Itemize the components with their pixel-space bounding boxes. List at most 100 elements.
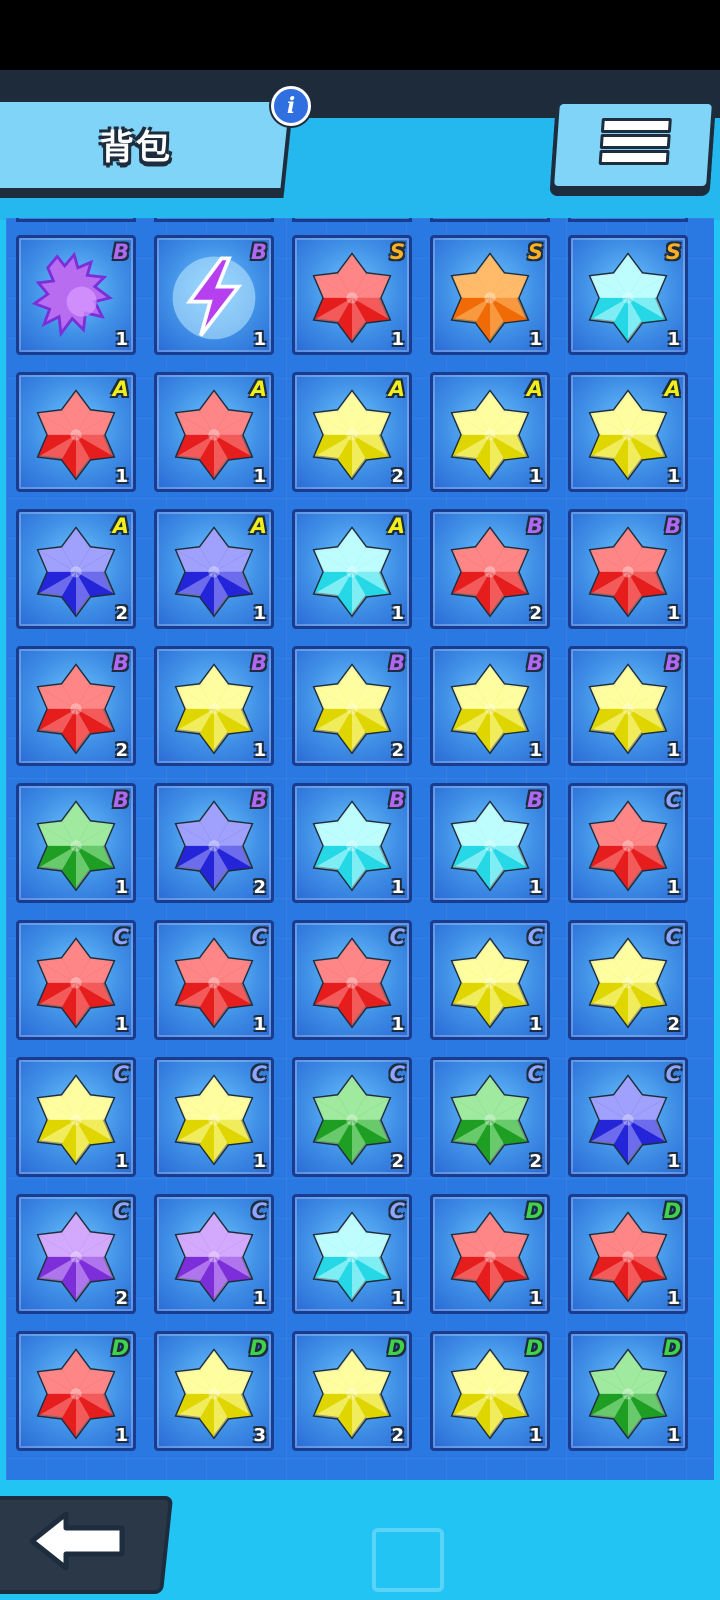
item-count: 1	[667, 329, 680, 350]
gem-icon	[588, 1074, 668, 1166]
gem-icon	[174, 1211, 254, 1303]
grade-badge: C	[389, 925, 405, 949]
inventory-slot[interactable]: C1	[16, 1057, 136, 1177]
inventory-slot[interactable]: B1	[568, 646, 688, 766]
inventory-slot-partial[interactable]	[292, 218, 412, 222]
inventory-slot[interactable]: C1	[568, 783, 688, 903]
item-count: 1	[667, 877, 680, 898]
gem-icon	[450, 526, 530, 618]
inventory-slot[interactable]: C1	[568, 1057, 688, 1177]
item-count: 2	[391, 740, 404, 761]
inventory-slot[interactable]: A1	[154, 509, 274, 629]
inventory-slot[interactable]: D1	[16, 1331, 136, 1451]
inventory-slot[interactable]: A1	[154, 372, 274, 492]
item-count: 1	[529, 1425, 542, 1446]
inventory-slot-partial[interactable]	[16, 218, 136, 222]
gem-icon	[588, 937, 668, 1029]
gem-icon	[588, 663, 668, 755]
inventory-slot[interactable]: C1	[154, 1194, 274, 1314]
inventory-slot[interactable]: B1	[568, 509, 688, 629]
inventory-slot[interactable]: D1	[568, 1194, 688, 1314]
inventory-slot[interactable]: B2	[154, 783, 274, 903]
inventory-slot-partial[interactable]	[154, 218, 274, 222]
inventory-slot[interactable]: B1	[430, 783, 550, 903]
grade-badge: D	[387, 1336, 405, 1360]
gem-icon	[450, 1074, 530, 1166]
grade-badge: B	[250, 651, 267, 675]
inventory-slot[interactable]: S1	[568, 235, 688, 355]
gem-icon	[312, 663, 392, 755]
item-count: 2	[115, 740, 128, 761]
inventory-slot[interactable]: B1	[292, 783, 412, 903]
inventory-slot[interactable]: C1	[292, 1194, 412, 1314]
item-count: 1	[529, 466, 542, 487]
inventory-slot[interactable]: B1	[154, 646, 274, 766]
inventory-slot[interactable]: C1	[154, 920, 274, 1040]
info-button[interactable]: i	[271, 86, 311, 126]
inventory-slot[interactable]: D1	[430, 1194, 550, 1314]
inventory-slot[interactable]: D3	[154, 1331, 274, 1451]
inventory-slot[interactable]: A1	[16, 372, 136, 492]
inventory-slot[interactable]: C1	[430, 920, 550, 1040]
gem-icon	[36, 389, 116, 481]
grade-badge: D	[525, 1199, 543, 1223]
inventory-slot[interactable]: C1	[16, 920, 136, 1040]
inventory-slot[interactable]: D1	[568, 1331, 688, 1451]
gem-icon	[588, 1348, 668, 1440]
item-count: 1	[529, 329, 542, 350]
grade-badge: B	[664, 514, 681, 538]
grade-badge: B	[388, 788, 405, 812]
grade-badge: S	[527, 240, 543, 264]
grade-badge: C	[665, 788, 681, 812]
inventory-grid[interactable]: B1B1S1S1S1A1A1A2A1A1A2A1A1B2B1B2B1B2B1B1…	[6, 218, 714, 1480]
inventory-slot[interactable]: A2	[292, 372, 412, 492]
item-count: 2	[529, 1151, 542, 1172]
inventory-slot[interactable]: B1	[154, 235, 274, 355]
gem-icon	[312, 1211, 392, 1303]
inventory-slot[interactable]: C2	[430, 1057, 550, 1177]
inventory-slot[interactable]: C2	[16, 1194, 136, 1314]
inventory-slot[interactable]: B1	[16, 783, 136, 903]
grade-badge: B	[526, 514, 543, 538]
inventory-slot[interactable]: S1	[292, 235, 412, 355]
item-count: 1	[253, 329, 266, 350]
menu-button[interactable]	[549, 100, 717, 190]
grade-badge: C	[113, 925, 129, 949]
item-count: 1	[253, 1288, 266, 1309]
inventory-slot[interactable]: B2	[292, 646, 412, 766]
gem-icon	[174, 800, 254, 892]
inventory-slot[interactable]: C2	[568, 920, 688, 1040]
item-count: 2	[667, 1014, 680, 1035]
inventory-slot[interactable]: D1	[430, 1331, 550, 1451]
gem-icon	[588, 389, 668, 481]
inventory-slot[interactable]: A2	[16, 509, 136, 629]
grade-badge: D	[663, 1336, 681, 1360]
item-count: 1	[253, 466, 266, 487]
item-count: 2	[391, 1151, 404, 1172]
grade-badge: B	[664, 651, 681, 675]
inventory-slot[interactable]: S1	[430, 235, 550, 355]
inventory-slot[interactable]: C1	[292, 920, 412, 1040]
grade-badge: A	[112, 514, 129, 538]
inventory-slot-partial[interactable]	[430, 218, 550, 222]
gem-icon	[312, 937, 392, 1029]
grade-badge: A	[250, 514, 267, 538]
gem-icon	[312, 389, 392, 481]
inventory-slot[interactable]: C2	[292, 1057, 412, 1177]
inventory-slot[interactable]: B1	[16, 235, 136, 355]
inventory-slot[interactable]: D2	[292, 1331, 412, 1451]
gem-icon	[36, 1074, 116, 1166]
inventory-slot[interactable]: A1	[568, 372, 688, 492]
inventory-slot[interactable]: A1	[292, 509, 412, 629]
inventory-slot-partial[interactable]	[568, 218, 688, 222]
inventory-slot[interactable]: B2	[16, 646, 136, 766]
grade-badge: C	[251, 1062, 267, 1086]
gem-icon	[450, 800, 530, 892]
item-count: 1	[529, 1014, 542, 1035]
gem-icon	[450, 1348, 530, 1440]
inventory-slot[interactable]: B2	[430, 509, 550, 629]
inventory-slot[interactable]: C1	[154, 1057, 274, 1177]
inventory-slot[interactable]: A1	[430, 372, 550, 492]
inventory-slot[interactable]: B1	[430, 646, 550, 766]
item-count: 1	[667, 466, 680, 487]
